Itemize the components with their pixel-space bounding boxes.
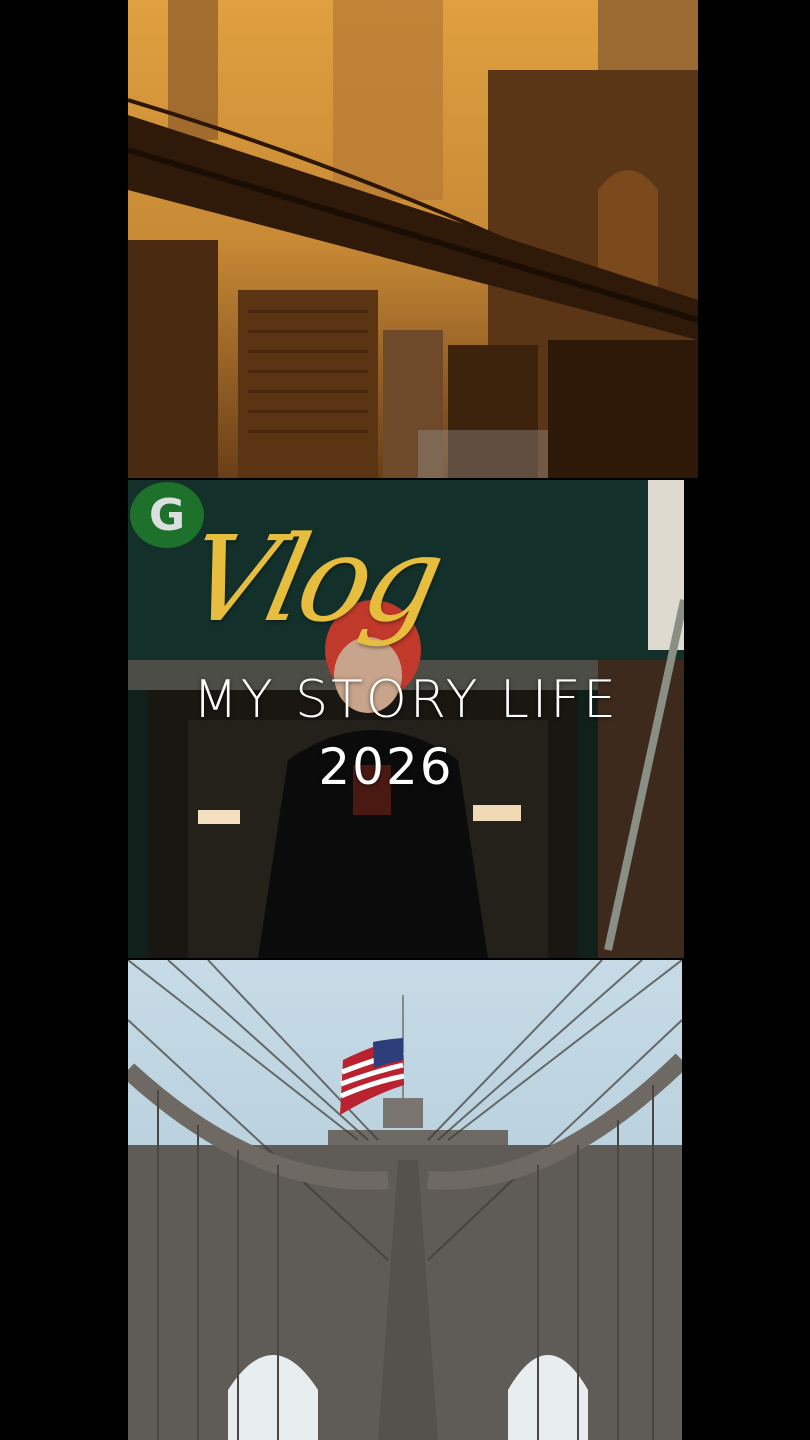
bridge-flag-illustration: [128, 960, 682, 1440]
bridge-flag-photo: [128, 960, 682, 1440]
subway-entrance-illustration: [128, 480, 684, 958]
bridge-sunset-illustration: [128, 0, 698, 478]
subway-entrance-photo: G: [128, 480, 684, 958]
subway-line-sign: G: [130, 482, 204, 548]
bridge-sunset-photo: [128, 0, 698, 478]
